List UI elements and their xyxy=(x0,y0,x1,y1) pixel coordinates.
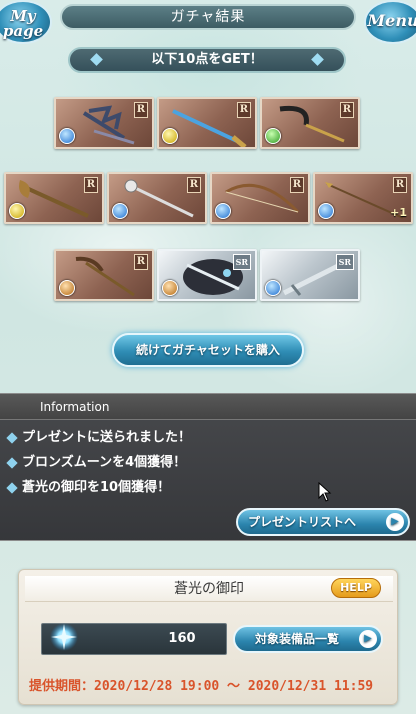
diamond-bullet-icon xyxy=(6,431,18,444)
diamond-icon xyxy=(90,53,103,66)
rarity-badge: R xyxy=(186,177,201,193)
diamond-bullet-icon xyxy=(6,481,18,494)
diamond-icon xyxy=(311,53,324,66)
seal-panel: 蒼光の御印 HELP 160 対象装備品一覧 ▶ 提供期間：2020/12/28… xyxy=(18,569,398,705)
rarity-badge: R xyxy=(133,254,148,270)
rarity-badge: R xyxy=(83,177,98,193)
item-card[interactable]: R xyxy=(54,97,154,149)
item-card[interactable]: R xyxy=(260,97,360,149)
water-element-icon xyxy=(265,280,281,296)
item-card[interactable]: R xyxy=(4,172,104,224)
earth-element-icon xyxy=(162,280,178,296)
item-card[interactable]: R xyxy=(210,172,310,224)
wind-element-icon xyxy=(265,128,281,144)
blue-sparkle-icon xyxy=(50,623,78,651)
info-line: ブロンズムーンを4個獲得！ xyxy=(6,454,187,472)
result-banner-text: 以下10点をGET！ xyxy=(151,52,263,67)
item-card[interactable]: SR xyxy=(260,249,360,301)
item-card[interactable]: SR xyxy=(157,249,257,301)
item-card[interactable]: R xyxy=(157,97,257,149)
light-element-icon xyxy=(162,128,178,144)
information-title: Information xyxy=(0,394,416,420)
continue-gacha-button[interactable]: 続けてガチャセットを購入 xyxy=(112,333,304,367)
rarity-badge: R xyxy=(133,102,148,118)
info-line-text: プレゼントに送られました！ xyxy=(22,430,192,445)
rarity-badge: R xyxy=(289,177,304,193)
info-line: 蒼光の御印を10個獲得！ xyxy=(6,479,171,497)
offer-period: 提供期間：2020/12/28 19:00 ～ 2020/12/31 11:59 xyxy=(29,679,374,694)
item-card[interactable]: R xyxy=(107,172,207,224)
water-element-icon xyxy=(318,203,334,219)
mypage-label-line2: page xyxy=(2,22,44,40)
equipment-list-label: 対象装備品一覧 xyxy=(255,632,340,646)
result-banner: 以下10点をGET！ xyxy=(68,47,346,73)
seal-count: 160 xyxy=(168,631,196,646)
rarity-badge: R xyxy=(236,102,251,118)
menu-button[interactable]: Menu xyxy=(364,0,416,44)
help-button[interactable]: HELP xyxy=(331,578,381,598)
item-card[interactable]: R +1 xyxy=(313,172,413,224)
rarity-badge: SR xyxy=(335,254,354,270)
info-line-text: ブロンズムーンを4個獲得！ xyxy=(22,455,187,470)
equipment-list-button[interactable]: 対象装備品一覧 ▶ xyxy=(233,625,383,653)
item-card[interactable]: R xyxy=(54,249,154,301)
water-element-icon xyxy=(112,203,128,219)
rarity-badge: R xyxy=(339,102,354,118)
light-element-icon xyxy=(9,203,25,219)
mouse-cursor-icon xyxy=(318,482,332,502)
diamond-bullet-icon xyxy=(6,456,18,469)
arrow-right-icon: ▶ xyxy=(386,513,404,531)
uncap-badge: +1 xyxy=(390,206,407,219)
rarity-badge: SR xyxy=(232,254,251,270)
water-element-icon xyxy=(59,128,75,144)
info-line-text: 蒼光の御印を10個獲得！ xyxy=(22,480,171,495)
present-list-label: プレゼントリストへ xyxy=(248,515,357,529)
arrow-right-icon: ▶ xyxy=(359,630,377,648)
rarity-badge: R xyxy=(392,177,407,193)
info-line: プレゼントに送られました！ xyxy=(6,429,192,447)
earth-element-icon xyxy=(59,280,75,296)
water-element-icon xyxy=(215,203,231,219)
present-list-button[interactable]: プレゼントリストへ ▶ xyxy=(236,508,410,536)
mypage-button[interactable]: My page xyxy=(0,0,52,44)
page-title: ガチャ結果 xyxy=(60,4,356,30)
